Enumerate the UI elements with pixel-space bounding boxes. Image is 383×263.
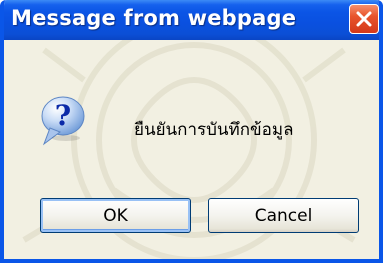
question-icon: ? xyxy=(41,96,85,146)
message-dialog: ? ยืนยันการบันทึกข้อมูล OK Cancel Messag… xyxy=(0,0,383,263)
cancel-button[interactable]: Cancel xyxy=(208,198,359,233)
dialog-title: Message from webpage xyxy=(11,6,297,30)
title-bar[interactable]: Message from webpage xyxy=(4,0,379,40)
dialog-message: ยืนยันการบันทึกข้อมูล xyxy=(134,120,294,140)
ok-button[interactable]: OK xyxy=(40,198,191,233)
close-button[interactable] xyxy=(349,4,379,34)
ok-button-label: OK xyxy=(103,205,128,226)
dialog-body: ? ยืนยันการบันทึกข้อมูล OK Cancel xyxy=(4,40,379,259)
svg-text:?: ? xyxy=(55,99,71,132)
close-icon xyxy=(356,11,372,27)
cancel-button-label: Cancel xyxy=(254,205,313,226)
